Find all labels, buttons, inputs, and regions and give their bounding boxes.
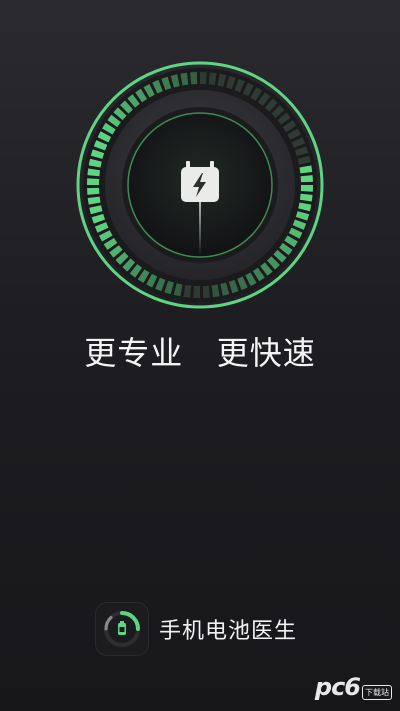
gauge-segment — [87, 178, 100, 185]
watermark-main-text: pc6 — [314, 673, 361, 701]
watermark-logo: pc6 下载站 — [315, 673, 392, 701]
gauge-segment — [300, 175, 313, 183]
gauge-segment — [190, 72, 198, 85]
charging-gauge-graphic — [76, 61, 324, 309]
gauge-segment — [200, 72, 207, 85]
charging-gauge — [75, 60, 325, 310]
gauge-segment — [87, 187, 100, 195]
slogan-text: 更专业 更快速 — [84, 334, 316, 372]
watermark-sub-text: 下载站 — [362, 685, 392, 700]
app-branding: 手机电池医生 — [95, 602, 297, 656]
charge-needle — [199, 200, 201, 255]
battery-doctor-logo-icon — [95, 602, 149, 656]
gauge-segment — [300, 185, 313, 192]
gauge-segment — [193, 285, 200, 298]
charging-battery-icon — [181, 161, 219, 202]
app-name: 手机电池医生 — [159, 619, 298, 644]
gauge-segment — [202, 285, 210, 298]
